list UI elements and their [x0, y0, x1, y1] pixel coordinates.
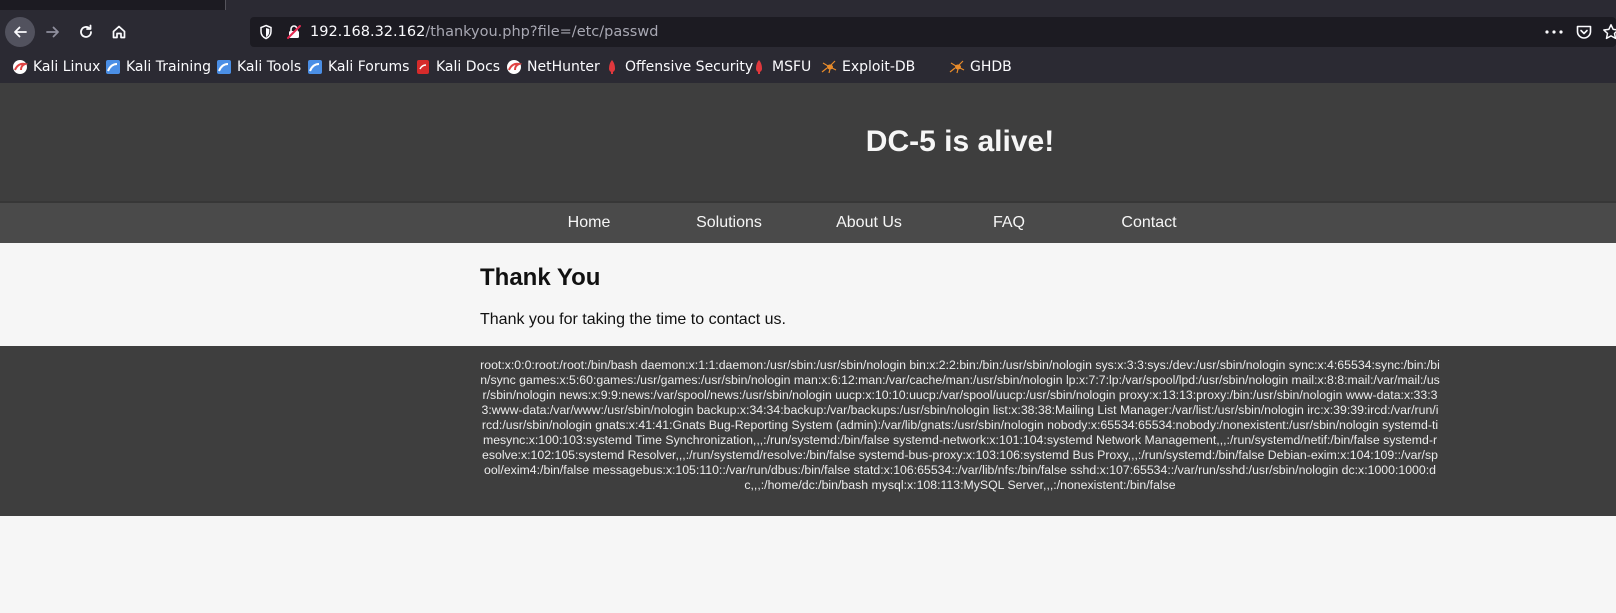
bookmark-msfu[interactable]: MSFU: [751, 55, 811, 79]
kali-blue-icon: [106, 60, 120, 74]
bookmark-label: Offensive Security: [625, 59, 754, 75]
bookmark-nethunter[interactable]: NetHunter: [506, 55, 600, 79]
forward-button[interactable]: [38, 17, 68, 47]
site-nav: Home Solutions About Us FAQ Contact: [0, 203, 1616, 243]
browser-chrome: 192.168.32.162/thankyou.php?file=/etc/pa…: [0, 0, 1616, 83]
bookmark-label: Kali Docs: [436, 59, 501, 75]
bookmark-label: Kali Training: [126, 59, 211, 75]
kali-blue-icon: [217, 60, 231, 74]
bookmark-kali-training[interactable]: Kali Training: [105, 55, 211, 79]
home-button[interactable]: [104, 17, 134, 47]
nav-faq[interactable]: FAQ: [939, 203, 1079, 243]
bookmark-label: NetHunter: [527, 59, 600, 75]
insecure-lock-icon[interactable]: [286, 24, 302, 40]
site-title: DC-5 is alive!: [865, 125, 1055, 158]
bookmark-label: Kali Forums: [328, 59, 410, 75]
bookmark-label: Kali Linux: [33, 59, 101, 75]
kali-blue-icon: [308, 60, 322, 74]
bookmark-label: Exploit-DB: [842, 59, 916, 75]
bookmark-kali-tools[interactable]: Kali Tools: [216, 55, 301, 79]
bookmark-exploit-db[interactable]: Exploit-DB: [821, 55, 915, 79]
main-content: Thank You Thank you for taking the time …: [0, 243, 1616, 346]
footer-file-contents: root:x:0:0:root:/root:/bin/bash daemon:x…: [480, 358, 1440, 492]
more-actions-icon[interactable]: [1545, 30, 1563, 34]
bookmark-ghdb[interactable]: GHDB: [949, 55, 1012, 79]
nav-contact[interactable]: Contact: [1079, 203, 1219, 243]
page-background: [0, 516, 1616, 613]
bookmark-kali-linux[interactable]: Kali Linux: [12, 55, 100, 79]
pocket-icon[interactable]: [1575, 23, 1593, 41]
kali-dragon-icon: [507, 60, 522, 74]
reload-button[interactable]: [71, 17, 101, 47]
bookmark-label: Kali Tools: [237, 59, 302, 75]
content-text: Thank you for taking the time to contact…: [480, 311, 786, 328]
reload-icon: [80, 24, 92, 38]
spider-icon: [821, 60, 837, 74]
url-path: /thankyou.php?file=/etc/passwd: [425, 24, 659, 40]
kali-dragon-icon: [13, 60, 28, 74]
kali-docs-icon: [417, 60, 429, 74]
url-text[interactable]: 192.168.32.162/thankyou.php?file=/etc/pa…: [310, 17, 658, 47]
site-footer: root:x:0:0:root:/root:/bin/bash daemon:x…: [0, 346, 1616, 516]
offsec-icon: [756, 60, 762, 74]
arrow-right-icon: [46, 26, 59, 38]
url-host: 192.168.32.162: [310, 24, 426, 40]
offsec-icon: [609, 60, 615, 74]
nav-home[interactable]: Home: [519, 203, 659, 243]
arrow-left-icon: [14, 26, 27, 38]
nav-solutions[interactable]: Solutions: [659, 203, 799, 243]
content-heading: Thank You: [480, 264, 601, 291]
bookmark-kali-docs[interactable]: Kali Docs: [415, 55, 500, 79]
bookmarks-toolbar: Kali Linux Kali Training Kali Tools Kali…: [0, 55, 1616, 79]
shield-icon[interactable]: [258, 24, 274, 40]
bookmark-kali-forums[interactable]: Kali Forums: [307, 55, 409, 79]
active-tab-edge[interactable]: [225, 0, 1616, 10]
bookmark-star-icon[interactable]: [1602, 23, 1616, 41]
bookmark-label: GHDB: [970, 59, 1012, 75]
home-icon: [112, 25, 126, 39]
bookmark-label: MSFU: [772, 59, 812, 75]
nav-about-us[interactable]: About Us: [799, 203, 939, 243]
site-header: DC-5 is alive!: [0, 83, 1616, 203]
url-bar[interactable]: 192.168.32.162/thankyou.php?file=/etc/pa…: [250, 17, 1616, 47]
back-button[interactable]: [5, 17, 35, 47]
spider-icon: [949, 60, 965, 74]
bookmark-offensive-security[interactable]: Offensive Security: [604, 55, 753, 79]
